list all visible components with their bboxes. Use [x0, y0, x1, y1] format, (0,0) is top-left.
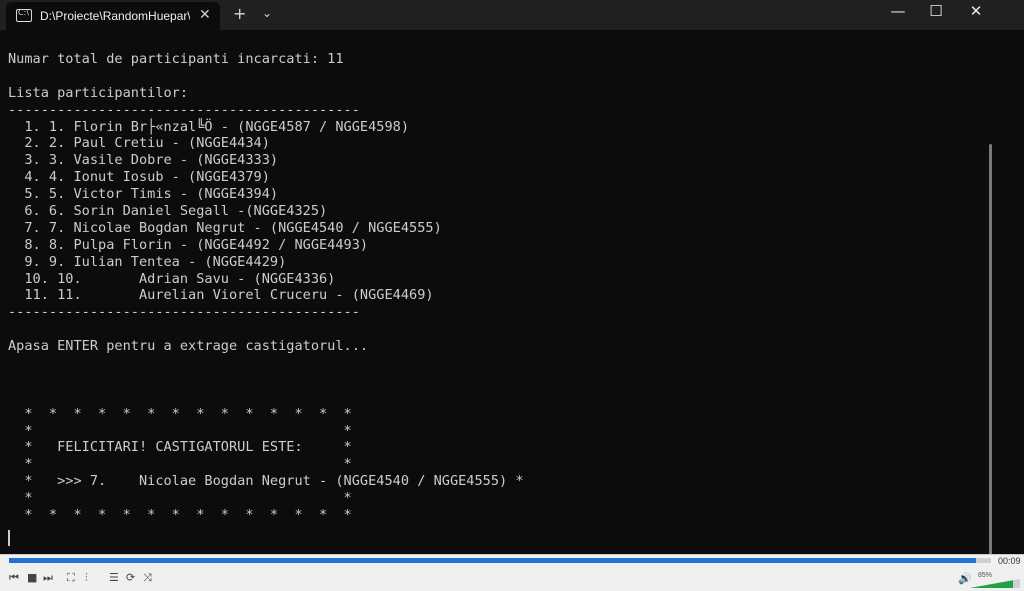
console-line: 2. 2. Paul Cretiu - (NGGE4434) — [8, 135, 270, 152]
console-line: Numar total de participanti incarcati: 1… — [8, 51, 344, 67]
console-line: 7. 7. Nicolae Bogdan Negrut - (NGGE4540 … — [8, 219, 442, 236]
console-line: 3. 3. Vasile Dobre - (NGGE4333) — [8, 152, 279, 169]
maximize-button[interactable]: ☐ — [916, 2, 956, 24]
previous-icon[interactable]: ⏮ — [9, 571, 19, 585]
loop-icon[interactable]: ⟳ — [126, 571, 135, 584]
console-line: 10. 10. Adrian Savu - (NGGE4336) — [8, 270, 336, 287]
console-line: * * — [8, 456, 352, 473]
equalizer-icon[interactable]: ⫶ — [85, 571, 88, 585]
console-line: 6. 6. Sorin Daniel Segall -(NGGE4325) — [8, 203, 328, 220]
volume-label: 85% — [978, 572, 993, 579]
volume-level — [970, 579, 1013, 588]
console-line: 11. 11. Aurelian Viorel Cruceru - (NGGE4… — [8, 287, 434, 304]
console-line: 4. 4. Ionut Iosub - (NGGE4379) — [8, 169, 270, 186]
tab-dropdown-button[interactable]: ⌄ — [262, 6, 272, 20]
title-bar: C:\ D:\Proiecte\RandomHuepar\x64\Debug\R… — [0, 0, 1024, 30]
minimize-button[interactable]: — — [878, 2, 918, 24]
volume-icon[interactable]: 🔊 — [958, 572, 972, 585]
volume-slider[interactable] — [970, 579, 1020, 588]
console-output: Numar total de participanti incarcati: 1… — [8, 51, 524, 524]
terminal-pane[interactable]: Numar total de participanti incarcati: 1… — [0, 30, 998, 566]
console-line: 9. 9. Iulian Tentea - (NGGE4429) — [8, 253, 287, 270]
console-line: ----------------------------------------… — [8, 101, 360, 118]
new-tab-button[interactable]: + — [233, 4, 246, 23]
console-line: * >>> 7. Nicolae Bogdan Negrut - (NGGE45… — [8, 473, 524, 490]
console-line: * * * * * * * * * * * * * * — [8, 405, 352, 422]
terminal-icon: C:\ — [16, 8, 32, 22]
console-line: * FELICITARI! CASTIGATORUL ESTE: * — [8, 439, 352, 456]
fullscreen-icon[interactable]: ⛶ — [67, 571, 75, 585]
stop-icon[interactable]: ■ — [27, 571, 37, 584]
shuffle-icon[interactable]: ⤨ — [143, 571, 152, 585]
close-window-button[interactable]: ✕ — [956, 2, 996, 24]
tab-title: D:\Proiecte\RandomHuepar\x64\Debug\Rando… — [40, 9, 190, 23]
console-line: Apasa ENTER pentru a extrage castigatoru… — [8, 338, 369, 355]
next-icon[interactable]: ⏭ — [43, 571, 53, 585]
console-line: * * — [8, 422, 352, 439]
console-line: Lista participantilor: — [8, 84, 189, 101]
media-player-bar: 00:09 ⏮ ■ ⏭ ⛶ ⫶ ☰ ⟳ ⤨ 🔊 85% — [0, 554, 1024, 591]
close-tab-icon[interactable]: ✕ — [199, 7, 211, 23]
seek-bar[interactable] — [9, 558, 991, 563]
terminal-tab[interactable]: C:\ D:\Proiecte\RandomHuepar\x64\Debug\R… — [6, 2, 220, 30]
text-cursor — [8, 530, 10, 546]
vertical-scrollbar[interactable] — [989, 144, 992, 566]
console-line: ----------------------------------------… — [8, 304, 360, 321]
console-line: 8. 8. Pulpa Florin - (NGGE4492 / NGGE449… — [8, 236, 369, 253]
console-line: 1. 1. Florin Br├«nzal╚Ö - (NGGE4587 / NG… — [8, 118, 410, 135]
seek-progress — [9, 558, 977, 563]
console-line: * * * * * * * * * * * * * * — [8, 507, 352, 524]
console-line: 5. 5. Victor Timis - (NGGE4394) — [8, 186, 279, 203]
playlist-icon[interactable]: ☰ — [109, 571, 119, 584]
console-line: * * — [8, 490, 352, 507]
time-label: 00:09 — [998, 556, 1021, 566]
